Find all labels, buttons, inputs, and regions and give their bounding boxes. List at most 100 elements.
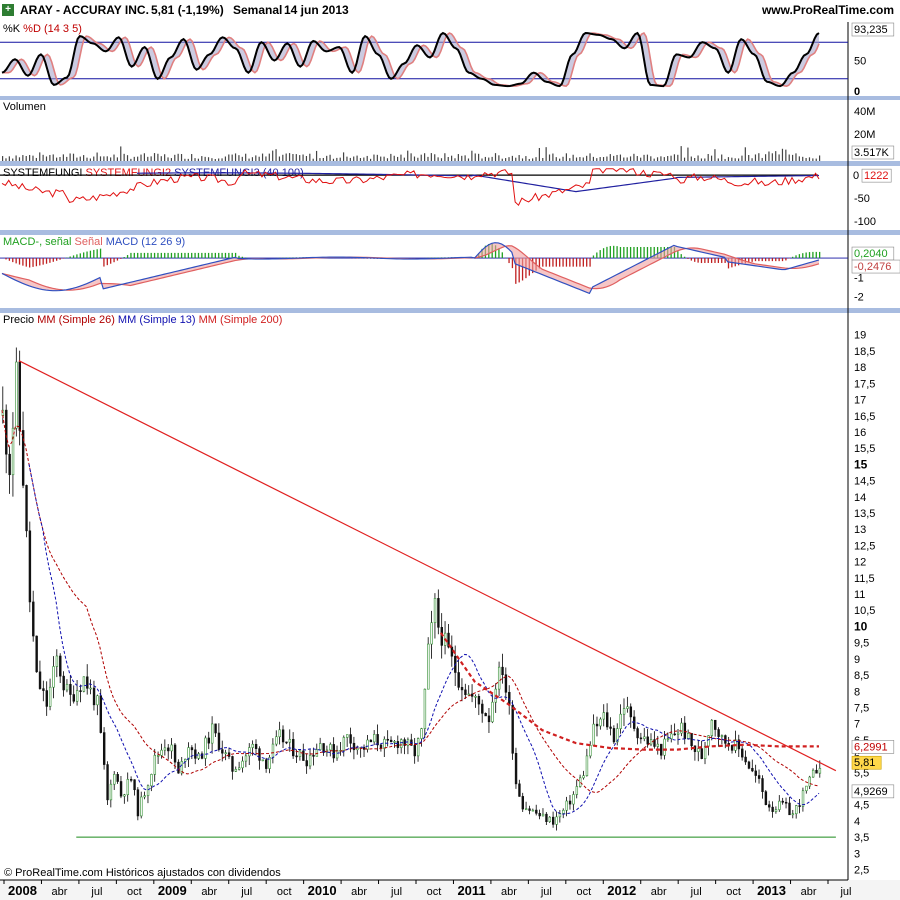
candle-body — [28, 530, 32, 603]
title-part: Señal — [71, 236, 102, 248]
candle-body — [126, 779, 130, 796]
ticker-title: ARAY - ACCURAY INC. — [20, 3, 149, 17]
volume-bar — [410, 153, 412, 161]
volume-bar — [741, 155, 743, 161]
candle-body — [136, 789, 140, 817]
volume-bar — [305, 155, 308, 161]
candle-body — [423, 688, 427, 729]
volume-bar — [717, 158, 719, 161]
candle-body — [528, 808, 531, 811]
candle-body — [514, 752, 518, 785]
volume-bar — [471, 150, 473, 161]
stoch-tick: 0 — [854, 86, 860, 98]
macd-hist-bar — [35, 258, 38, 267]
candle-body — [437, 598, 440, 628]
volume-bar — [819, 155, 821, 161]
volume-bar — [795, 153, 797, 161]
macd-hist-bar — [683, 256, 686, 259]
candle-body — [92, 687, 96, 706]
volume-bar — [548, 154, 551, 161]
macd-hist-bar — [224, 252, 227, 259]
chart-header: + ARAY - ACCURAY INC. 5,81 (-1,19%) Sema… — [0, 0, 900, 20]
volume-bar — [667, 156, 669, 161]
price-tick: 15 — [854, 457, 868, 471]
candle-body — [251, 743, 254, 748]
volume-bar — [255, 155, 257, 161]
volume-bar — [515, 157, 517, 161]
macd-hist-bar — [160, 252, 162, 259]
candle-body — [99, 695, 103, 733]
volume-bar — [616, 154, 618, 161]
candle-body — [497, 666, 501, 690]
volume-bar — [589, 153, 591, 161]
candle-body — [143, 795, 146, 798]
macd-hist-bar — [45, 258, 48, 264]
candle-body — [757, 775, 761, 779]
volume-bar — [93, 156, 95, 161]
volume-bar — [187, 158, 189, 161]
footer-note: © ProRealTime.com Históricos ajustados c… — [4, 867, 281, 879]
cross-icon[interactable]: + — [2, 4, 14, 16]
volume-bar — [5, 158, 7, 161]
candle-body — [470, 693, 474, 697]
site-link[interactable]: www.ProRealTime.com — [762, 3, 894, 17]
candle-body — [670, 733, 673, 739]
fungi-tick: -50 — [854, 193, 870, 205]
volume-bar — [353, 156, 355, 161]
title-part: (Simple 26) — [56, 314, 115, 326]
volume-bar — [521, 158, 524, 161]
macd-hist-bar — [819, 251, 821, 259]
volume-bar — [258, 156, 260, 161]
candle-body — [261, 759, 265, 762]
volume-bar — [245, 153, 247, 161]
volume-bar — [478, 153, 480, 161]
volume-bar — [292, 154, 294, 161]
title-part: (Simple 200) — [217, 314, 282, 326]
candle-body — [373, 734, 376, 743]
macd-hist-bar — [771, 258, 774, 262]
volume-bar — [76, 157, 78, 161]
volume-bar — [349, 157, 351, 161]
macd-hist-bar — [781, 258, 784, 262]
volume-bar — [143, 153, 145, 161]
macd-hist-bar — [569, 258, 571, 267]
macd-hist-bar — [15, 258, 17, 264]
candle-body — [156, 755, 160, 757]
macd-hist-bar — [130, 252, 132, 259]
macd-hist-bar — [616, 246, 618, 259]
volume-bar — [86, 157, 88, 161]
volume-bar — [748, 155, 750, 161]
candle-body — [275, 736, 278, 745]
macd-hist-bar — [623, 246, 625, 259]
macd-hist-bar — [764, 258, 767, 262]
macd-hist-bar — [79, 253, 81, 259]
volume-bar — [390, 153, 392, 161]
volume-bar — [710, 155, 713, 161]
candle-body — [65, 683, 69, 691]
volume-bar — [302, 154, 304, 161]
macd-hist-bar — [153, 252, 156, 259]
macd-hist-bar — [194, 252, 196, 259]
volume-bar — [89, 158, 91, 161]
macd-hist-bar — [177, 252, 179, 259]
candle-body — [754, 770, 757, 776]
macd-hist-bar — [619, 246, 622, 259]
candle-body — [636, 728, 639, 739]
candle-body — [666, 738, 670, 740]
fungi-zero-tick: 0 — [853, 170, 859, 182]
chart-area[interactable]: %K %D (14 3 5) 50 0 93,235 Volumen 40M 20M 3.51… — [0, 20, 900, 900]
candle-body — [791, 813, 795, 816]
volume-bar — [69, 153, 71, 161]
price-tick: 8,5 — [854, 670, 869, 682]
x-tick-label: abr — [52, 886, 68, 898]
volume-bar — [744, 147, 746, 161]
macd-hist-bar — [775, 258, 777, 262]
candle-body — [234, 769, 238, 772]
macd-hist-bar — [586, 258, 588, 267]
x-tick-label: abr — [801, 886, 817, 898]
candle-body — [626, 706, 629, 709]
macd-hist-bar — [599, 250, 601, 259]
candle-body — [187, 747, 190, 760]
candle-body — [687, 733, 690, 739]
volume-bar — [467, 158, 470, 161]
